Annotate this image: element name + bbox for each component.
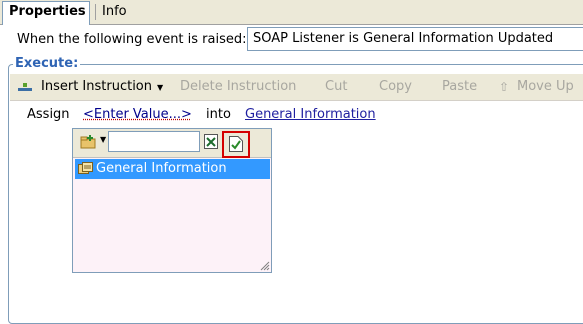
move-up-button[interactable]: Move Up <box>517 74 574 100</box>
event-label: When the following event is raised: <box>17 32 247 47</box>
paste-button[interactable]: Paste <box>442 74 477 100</box>
popup-list: General Information <box>73 158 271 272</box>
insert-instruction-button[interactable]: Insert Instruction <box>41 74 152 100</box>
confirm-button[interactable] <box>222 131 250 158</box>
copy-button[interactable]: Copy <box>379 74 412 100</box>
excel-clear-icon[interactable] <box>204 134 218 149</box>
tab-info[interactable]: Info <box>96 2 146 23</box>
instruction-toolbar: Insert Instruction ▼ Delete Instruction … <box>10 74 583 101</box>
database-icon <box>78 162 93 174</box>
list-item-label: General Information <box>96 161 227 176</box>
into-label: into <box>206 107 231 122</box>
add-item-icon[interactable] <box>80 135 96 149</box>
popup-toolbar: ▼ <box>73 129 271 158</box>
assign-label: Assign <box>27 107 70 122</box>
event-field[interactable]: SOAP Listener is General Information Upd… <box>247 27 583 51</box>
enter-value-link[interactable]: <Enter Value...> <box>83 107 192 122</box>
target-link[interactable]: General Information <box>245 107 376 122</box>
insert-instruction-icon[interactable] <box>18 82 32 92</box>
chevron-down-icon[interactable]: ▼ <box>157 75 163 101</box>
move-up-icon[interactable]: ⇧ <box>499 74 509 100</box>
popup-search-input[interactable] <box>108 131 200 152</box>
list-item[interactable]: General Information <box>75 159 270 179</box>
resize-grip-icon[interactable] <box>260 261 270 271</box>
delete-instruction-button[interactable]: Delete Instruction <box>180 74 296 100</box>
cut-button[interactable]: Cut <box>325 74 347 100</box>
chevron-down-icon[interactable]: ▼ <box>100 135 106 144</box>
execute-legend: Execute: <box>13 56 81 71</box>
tab-properties[interactable]: Properties <box>2 1 90 25</box>
tab-strip: Properties Info <box>0 0 583 25</box>
confirm-check-icon <box>229 136 243 152</box>
value-picker-popup: ▼ General Information <box>72 128 272 273</box>
